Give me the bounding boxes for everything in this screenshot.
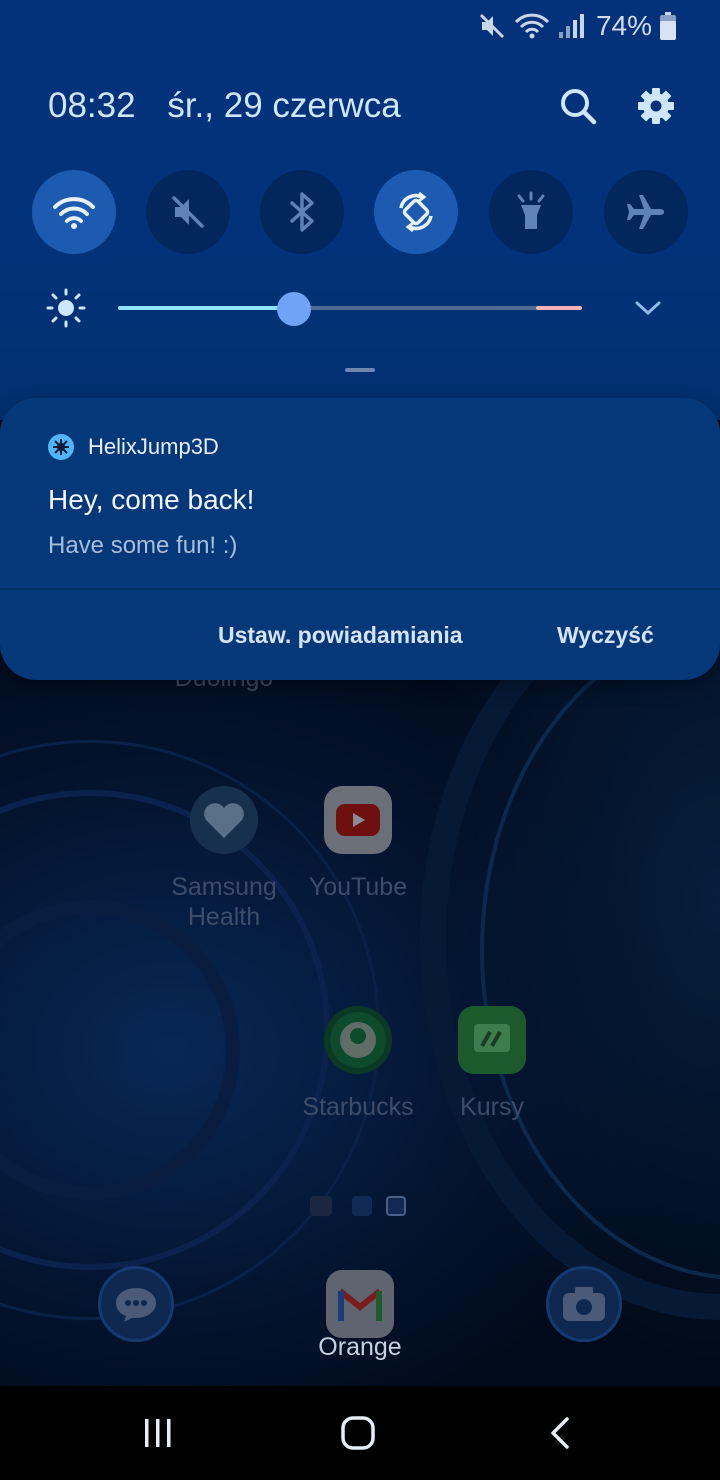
dock-label: Orange [318, 1333, 402, 1361]
brightness-extra-range [536, 306, 582, 310]
wifi-icon [53, 197, 95, 229]
clock[interactable]: 08:32 śr., 29 czerwca [48, 86, 401, 126]
notification-header: HelixJump3D [48, 434, 219, 460]
gmail-icon [338, 1288, 382, 1321]
app-youtube[interactable]: YouTube [278, 786, 438, 902]
mute-icon [172, 196, 204, 228]
app-kursy[interactable]: Kursy [412, 1006, 572, 1122]
signal-icon [558, 14, 584, 38]
search-button[interactable] [556, 84, 600, 128]
home-button[interactable] [328, 1406, 388, 1460]
camera-icon [563, 1287, 605, 1321]
flashlight-icon [517, 191, 545, 229]
search-icon [561, 89, 597, 125]
youtube-icon [324, 786, 392, 854]
page-dot-active [386, 1196, 406, 1216]
settings-icon [638, 88, 674, 124]
bluetooth-icon [290, 192, 314, 232]
app-label: Kursy [460, 1093, 524, 1121]
notification-clear-button[interactable]: Wyczyść [557, 622, 654, 649]
battery-icon [660, 12, 676, 40]
brightness-row [46, 286, 686, 330]
page-indicators[interactable] [310, 1194, 410, 1218]
wifi-icon [514, 13, 550, 39]
airplane-icon [627, 195, 664, 229]
helix-app-icon [48, 434, 74, 460]
starbucks-icon [324, 1006, 392, 1074]
back-button[interactable] [530, 1406, 590, 1460]
recents-icon [145, 1419, 171, 1447]
settings-button[interactable] [634, 84, 678, 128]
rotate-icon [399, 191, 433, 233]
clock-time: 08:32 [48, 86, 136, 125]
notification-title: Hey, come back! [48, 484, 255, 515]
toggle-auto-rotate[interactable] [374, 170, 458, 254]
brightness-thumb[interactable] [277, 292, 311, 326]
dock-messages[interactable] [98, 1266, 174, 1342]
app-label: YouTube [308, 873, 408, 901]
mute-icon [479, 13, 505, 39]
notification-card[interactable]: HelixJump3D Hey, come back! Have some fu… [0, 398, 720, 680]
brightness-icon [46, 288, 86, 328]
chevron-down-icon[interactable] [634, 298, 662, 318]
home-icon [341, 1416, 375, 1450]
clock-date: śr., 29 czerwca [167, 86, 401, 125]
notification-settings-button[interactable]: Ustaw. powiadamiania [218, 622, 463, 649]
quick-toggles [32, 170, 688, 254]
heart-icon [190, 786, 258, 854]
notification-app-name: HelixJump3D [88, 434, 219, 459]
dock-gmail[interactable] [326, 1270, 394, 1338]
navigation-bar [0, 1386, 720, 1480]
toggle-wifi[interactable] [32, 170, 116, 254]
toggle-flashlight[interactable] [489, 170, 573, 254]
messages-icon [116, 1288, 156, 1322]
quick-panel: 74% 08:32 śr., 29 czerwca [0, 0, 720, 420]
back-icon [551, 1417, 569, 1449]
home-indicator-icon [310, 1196, 332, 1216]
status-bar: 74% [478, 8, 676, 44]
recents-button[interactable] [128, 1406, 188, 1460]
notification-body: Have some fun! :) [48, 532, 238, 559]
app-label: Samsung Health [171, 873, 277, 931]
brightness-fill [118, 306, 294, 310]
battery-percent: 74% [595, 10, 652, 41]
kursy-icon [458, 1006, 526, 1074]
toggle-airplane[interactable] [604, 170, 688, 254]
dock-camera[interactable] [546, 1266, 622, 1342]
toggle-bluetooth[interactable] [260, 170, 344, 254]
toggle-sound[interactable] [146, 170, 230, 254]
page-dot [352, 1196, 372, 1216]
brightness-slider[interactable] [118, 292, 582, 326]
panel-drag-handle[interactable] [345, 368, 375, 372]
divider [0, 588, 720, 590]
